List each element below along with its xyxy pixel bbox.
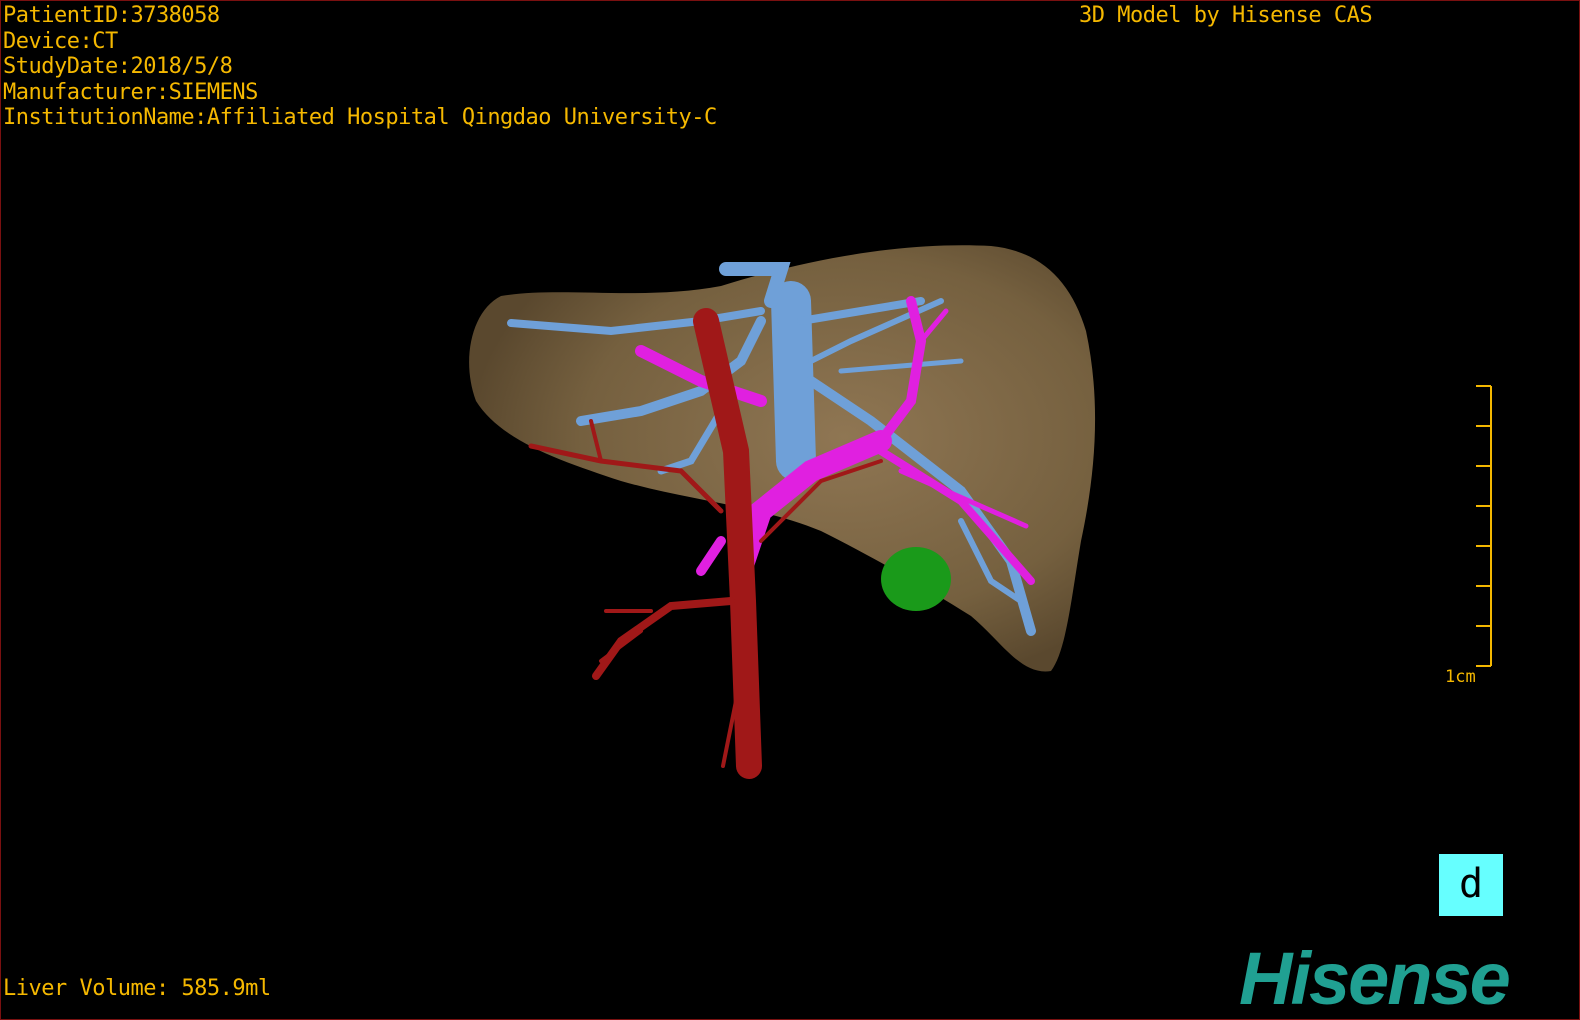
lesion: [881, 547, 951, 611]
liver-volume: Liver Volume: 585.9ml: [3, 976, 271, 1001]
dicom-info-overlay: PatientID:3738058 Device:CT StudyDate:20…: [3, 3, 717, 131]
device: Device:CT: [3, 28, 118, 54]
scale-label: 1cm: [1445, 667, 1476, 687]
model-credit: 3D Model by Hisense CAS: [1079, 3, 1373, 28]
institution-name: InstitutionName:Affiliated Hospital Qing…: [3, 105, 717, 130]
manufacturer: Manufacturer:SIEMENS: [3, 79, 258, 105]
liver-3d-render[interactable]: [1, 1, 1579, 1019]
hisense-logo: Hisense: [1239, 937, 1511, 1020]
scale-bar: [1476, 385, 1492, 667]
3d-model-viewport[interactable]: PatientID:3738058 Device:CT StudyDate:20…: [0, 0, 1580, 1020]
orientation-button[interactable]: d: [1439, 854, 1503, 916]
study-date: StudyDate:2018/5/8: [3, 54, 233, 79]
patient-id: PatientID:3738058: [3, 3, 220, 28]
